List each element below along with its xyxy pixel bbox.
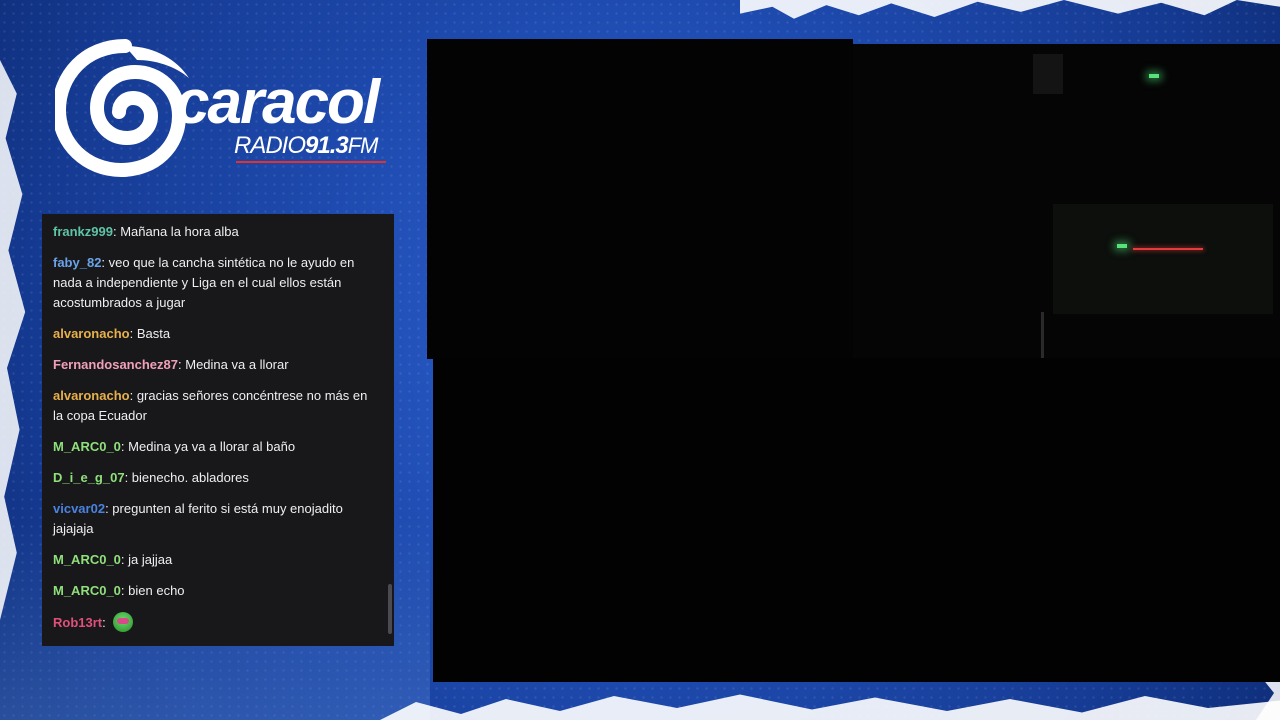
chat-message-text: bienecho. abladores (131, 470, 249, 485)
chat-message: D_i_e_g_07: bienecho. abladores (53, 470, 249, 485)
chat-message-text: Medina ya va a llorar al baño (128, 439, 296, 454)
mic-stand (1041, 312, 1044, 358)
logo-frequency-number: 91.3 (305, 132, 349, 159)
snail-shell-icon (55, 39, 189, 178)
chat-message-text: bien echo (128, 583, 185, 598)
chat-message-text: Medina va a llorar (185, 357, 289, 372)
green-face-emote (113, 612, 134, 632)
chat-username[interactable]: faby_82 (53, 255, 101, 270)
level-meter (1133, 248, 1203, 250)
chat-message-text: Mañana la hora alba (120, 224, 239, 239)
video-feed-left (427, 39, 853, 359)
indicator-light (1117, 244, 1127, 248)
chat-username[interactable]: alvaronacho (53, 388, 130, 403)
chat-message: Fernandosanchez87: Medina va a llorar (53, 357, 289, 372)
chat-message: frankz999: Mañana la hora alba (53, 224, 239, 239)
chat-username[interactable]: Fernandosanchez87 (53, 357, 178, 372)
chat-username[interactable]: M_ARC0_0 (53, 439, 121, 454)
video-feed-bottom (433, 358, 1280, 682)
chat-message: Rob13rt: (53, 612, 380, 633)
chat-message: M_ARC0_0: bien echo (53, 583, 185, 598)
chat-message-text: ja jajjaa (128, 552, 173, 567)
chat-message: vicvar02: pregunten al ferito si está mu… (53, 501, 343, 536)
chat-username[interactable]: Rob13rt (53, 615, 102, 630)
video-feed-camera (853, 44, 1280, 360)
logo-frequency: RADIO91.3FM (234, 134, 378, 158)
chat-message: alvaronacho: gracias señores concéntrese… (53, 388, 368, 423)
chat-message: M_ARC0_0: Medina ya va a llorar al baño (53, 439, 296, 454)
chat-message-text: Basta (136, 326, 171, 341)
indicator-light (1149, 74, 1159, 78)
logo-radio-label: RADIO (234, 132, 306, 159)
chat-message: M_ARC0_0: ja jajjaa (53, 552, 173, 567)
chat-username[interactable]: D_i_e_g_07 (53, 470, 125, 485)
chat-scrollbar[interactable] (388, 584, 392, 634)
chat-username[interactable]: vicvar02 (53, 501, 105, 516)
chat-panel[interactable]: frankz999: Mañana la hora alba faby_82: v… (42, 214, 394, 646)
chat-username[interactable]: M_ARC0_0 (53, 583, 121, 598)
mixer-console (1053, 204, 1273, 314)
chat-username[interactable]: M_ARC0_0 (53, 552, 121, 567)
chat-message: faby_82: veo que la cancha sintética no … (53, 255, 355, 310)
chat-message: alvaronacho: Basta (53, 326, 171, 341)
logo-underline (236, 161, 386, 163)
logo-band: FM (347, 133, 379, 158)
chat-username[interactable]: frankz999 (53, 224, 113, 239)
camera-silhouette (1033, 54, 1063, 94)
chat-username[interactable]: alvaronacho (53, 326, 130, 341)
logo-wordmark: caracol (175, 68, 380, 137)
